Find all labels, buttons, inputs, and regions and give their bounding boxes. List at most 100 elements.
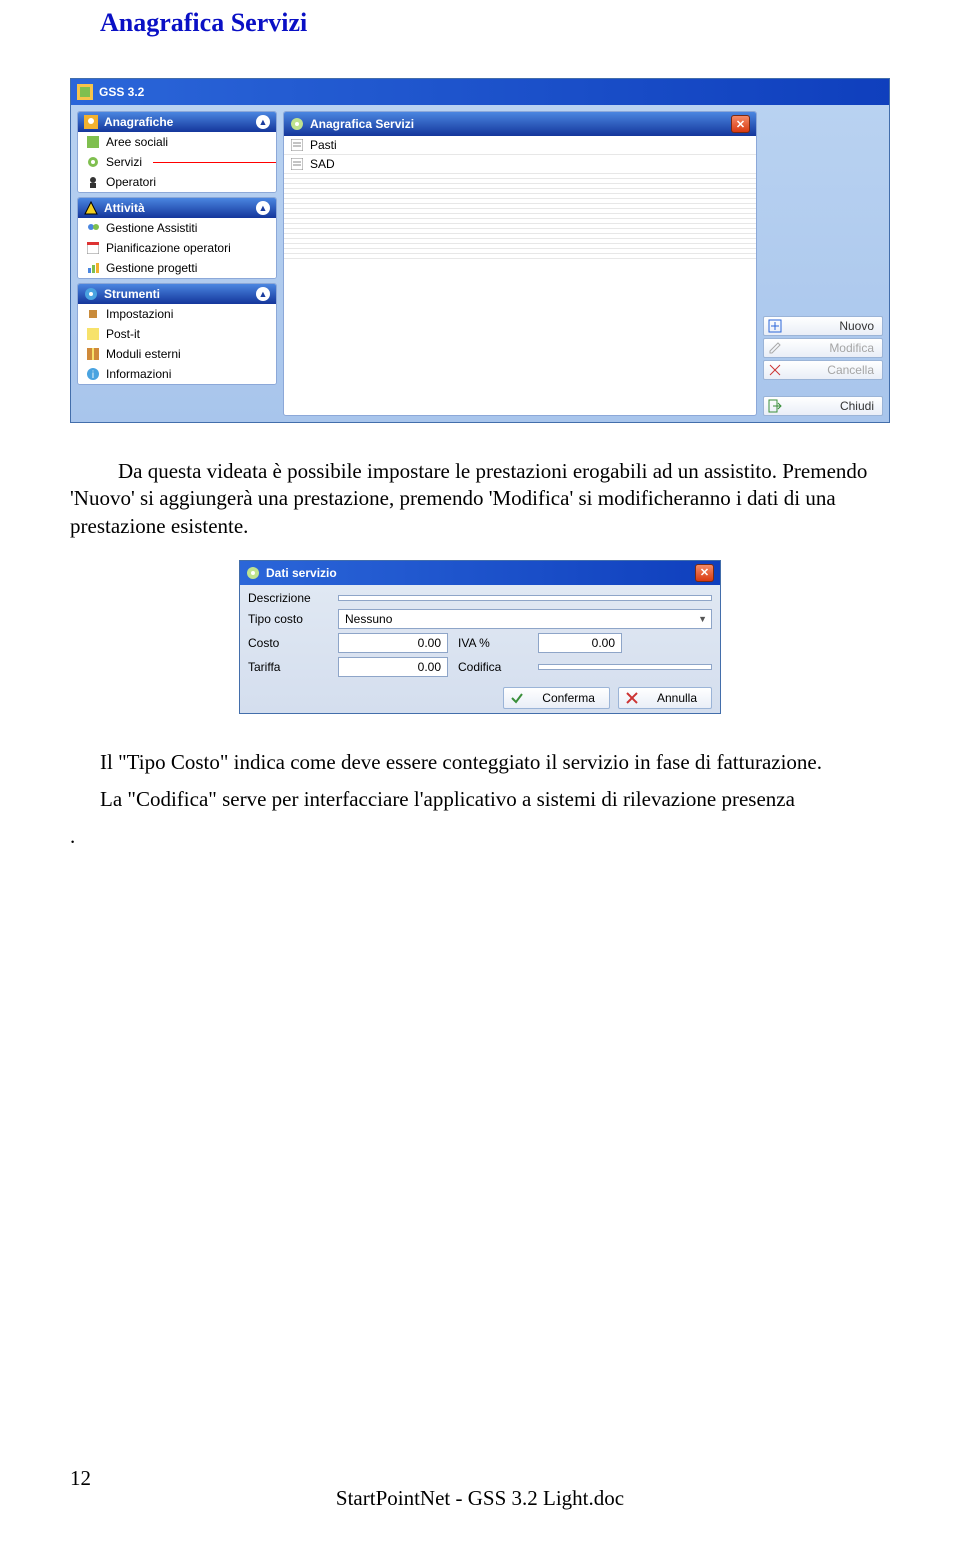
screenshot-dialog: Dati servizio ✕ Descrizione Tipo costo N…	[239, 560, 721, 714]
action-label: Chiudi	[840, 399, 874, 413]
paragraph: .	[0, 823, 960, 860]
action-column: Nuovo Modifica Cancella Chiudi	[763, 111, 883, 416]
panel-title: Anagrafica Servizi	[310, 117, 414, 131]
costo-input[interactable]: 0.00	[338, 633, 448, 653]
sidebar: Anagrafiche ▲ Aree sociali Servizi	[77, 111, 277, 389]
sidebar-item-label: Gestione progetti	[106, 261, 197, 275]
list-item	[284, 254, 756, 259]
sidebar-item-label: Informazioni	[106, 367, 171, 381]
sidebar-item-aree-sociali[interactable]: Aree sociali	[78, 132, 276, 152]
close-button[interactable]: ✕	[731, 115, 750, 133]
tipocosto-select[interactable]: Nessuno ▼	[338, 609, 712, 629]
nuovo-button[interactable]: Nuovo	[763, 316, 883, 336]
delete-icon	[768, 363, 782, 377]
note-icon	[86, 327, 100, 341]
window-titlebar: GSS 3.2	[71, 79, 889, 105]
sidebar-item-gestione-progetti[interactable]: Gestione progetti	[78, 258, 276, 278]
sidebar-item-servizi[interactable]: Servizi ▶	[78, 152, 276, 172]
list-item[interactable]: SAD	[284, 155, 756, 174]
exit-icon	[768, 399, 782, 413]
gear-icon	[246, 566, 260, 580]
label-tariffa: Tariffa	[248, 660, 328, 674]
person-icon	[86, 175, 100, 189]
sidebar-item-label: Aree sociali	[106, 135, 168, 149]
nav-group-label: Anagrafiche	[104, 115, 173, 129]
nav-group-label: Strumenti	[104, 287, 160, 301]
sidebar-item-label: Pianificazione operatori	[106, 241, 231, 255]
sidebar-item-gestione-assistiti[interactable]: Gestione Assistiti	[78, 218, 276, 238]
sidebar-item-label: Servizi	[106, 155, 142, 169]
gear-icon	[290, 117, 304, 131]
warning-icon	[84, 201, 98, 215]
button-label: Annulla	[657, 691, 697, 705]
label-iva: IVA %	[458, 636, 528, 650]
new-icon	[768, 319, 782, 333]
descrizione-input[interactable]	[338, 595, 712, 601]
info-icon: i	[86, 367, 100, 381]
gear-icon	[86, 155, 100, 169]
tariffa-input[interactable]: 0.00	[338, 657, 448, 677]
collapse-icon[interactable]: ▲	[256, 201, 270, 215]
section-heading: Anagrafica Servizi	[0, 0, 960, 38]
conferma-button[interactable]: Conferma	[503, 687, 610, 709]
sidebar-item-postit[interactable]: Post-it	[78, 324, 276, 344]
check-icon	[510, 691, 524, 705]
nav-group-attivita: Attività ▲ Gestione Assistiti Pianificaz…	[77, 197, 277, 279]
nav-group-strumenti: Strumenti ▲ Impostazioni Post-it	[77, 283, 277, 385]
chevron-down-icon: ▼	[698, 614, 707, 624]
calendar-icon	[86, 241, 100, 255]
label-tipocosto: Tipo costo	[248, 612, 328, 626]
iva-input[interactable]: 0.00	[538, 633, 622, 653]
users-icon	[84, 115, 98, 129]
nav-group-label: Attività	[104, 201, 145, 215]
collapse-icon[interactable]: ▲	[256, 287, 270, 301]
label-codifica: Codifica	[458, 660, 528, 674]
sidebar-item-label: Impostazioni	[106, 307, 173, 321]
modifica-button[interactable]: Modifica	[763, 338, 883, 358]
paragraph: Il "Tipo Costo" indica come deve essere …	[0, 724, 960, 786]
sidebar-item-label: Post-it	[106, 327, 140, 341]
page-footer: 12 StartPointNet - GSS 3.2 Light.doc	[0, 1486, 960, 1511]
sidebar-item-informazioni[interactable]: i Informazioni	[78, 364, 276, 384]
label-descrizione: Descrizione	[248, 591, 328, 605]
row-icon	[290, 157, 304, 171]
chiudi-button[interactable]: Chiudi	[763, 396, 883, 416]
annulla-button[interactable]: Annulla	[618, 687, 712, 709]
page-number: 12	[70, 1466, 91, 1491]
label-costo: Costo	[248, 636, 328, 650]
people-icon	[86, 221, 100, 235]
action-label: Cancella	[827, 363, 874, 377]
panel-anagrafica-servizi: Anagrafica Servizi ✕ Pasti SAD	[283, 111, 757, 416]
list-item-label: SAD	[310, 157, 335, 171]
svg-text:i: i	[92, 370, 94, 380]
sidebar-item-pianificazione-operatori[interactable]: Pianificazione operatori	[78, 238, 276, 258]
arrow-line	[153, 162, 277, 163]
services-list[interactable]: Pasti SAD	[284, 136, 756, 415]
codifica-input[interactable]	[538, 664, 712, 670]
paragraph: La "Codifica" serve per interfacciare l'…	[0, 786, 960, 823]
collapse-icon[interactable]: ▲	[256, 115, 270, 129]
row-icon	[290, 138, 304, 152]
close-button[interactable]: ✕	[695, 564, 714, 582]
edit-icon	[768, 341, 782, 355]
dialog-title: Dati servizio	[266, 566, 337, 580]
list-item[interactable]: Pasti	[284, 136, 756, 155]
app-icon	[77, 84, 93, 100]
cancella-button[interactable]: Cancella	[763, 360, 883, 380]
sidebar-item-label: Operatori	[106, 175, 156, 189]
sidebar-item-moduli-esterni[interactable]: Moduli esterni	[78, 344, 276, 364]
list-item-label: Pasti	[310, 138, 337, 152]
sidebar-item-label: Moduli esterni	[106, 347, 181, 361]
map-icon	[86, 135, 100, 149]
paragraph: Da questa videata è possibile impostare …	[0, 433, 960, 550]
sidebar-item-impostazioni[interactable]: Impostazioni	[78, 304, 276, 324]
dialog-titlebar: Dati servizio ✕	[240, 561, 720, 585]
sidebar-item-operatori[interactable]: Operatori	[78, 172, 276, 192]
window-title: GSS 3.2	[99, 85, 144, 99]
screenshot-main-window: GSS 3.2 Anagrafiche ▲ Ar	[70, 78, 890, 423]
button-label: Conferma	[542, 691, 595, 705]
settings-icon	[84, 287, 98, 301]
tools-icon	[86, 307, 100, 321]
footer-text: StartPointNet - GSS 3.2 Light.doc	[336, 1486, 624, 1510]
action-label: Modifica	[829, 341, 874, 355]
